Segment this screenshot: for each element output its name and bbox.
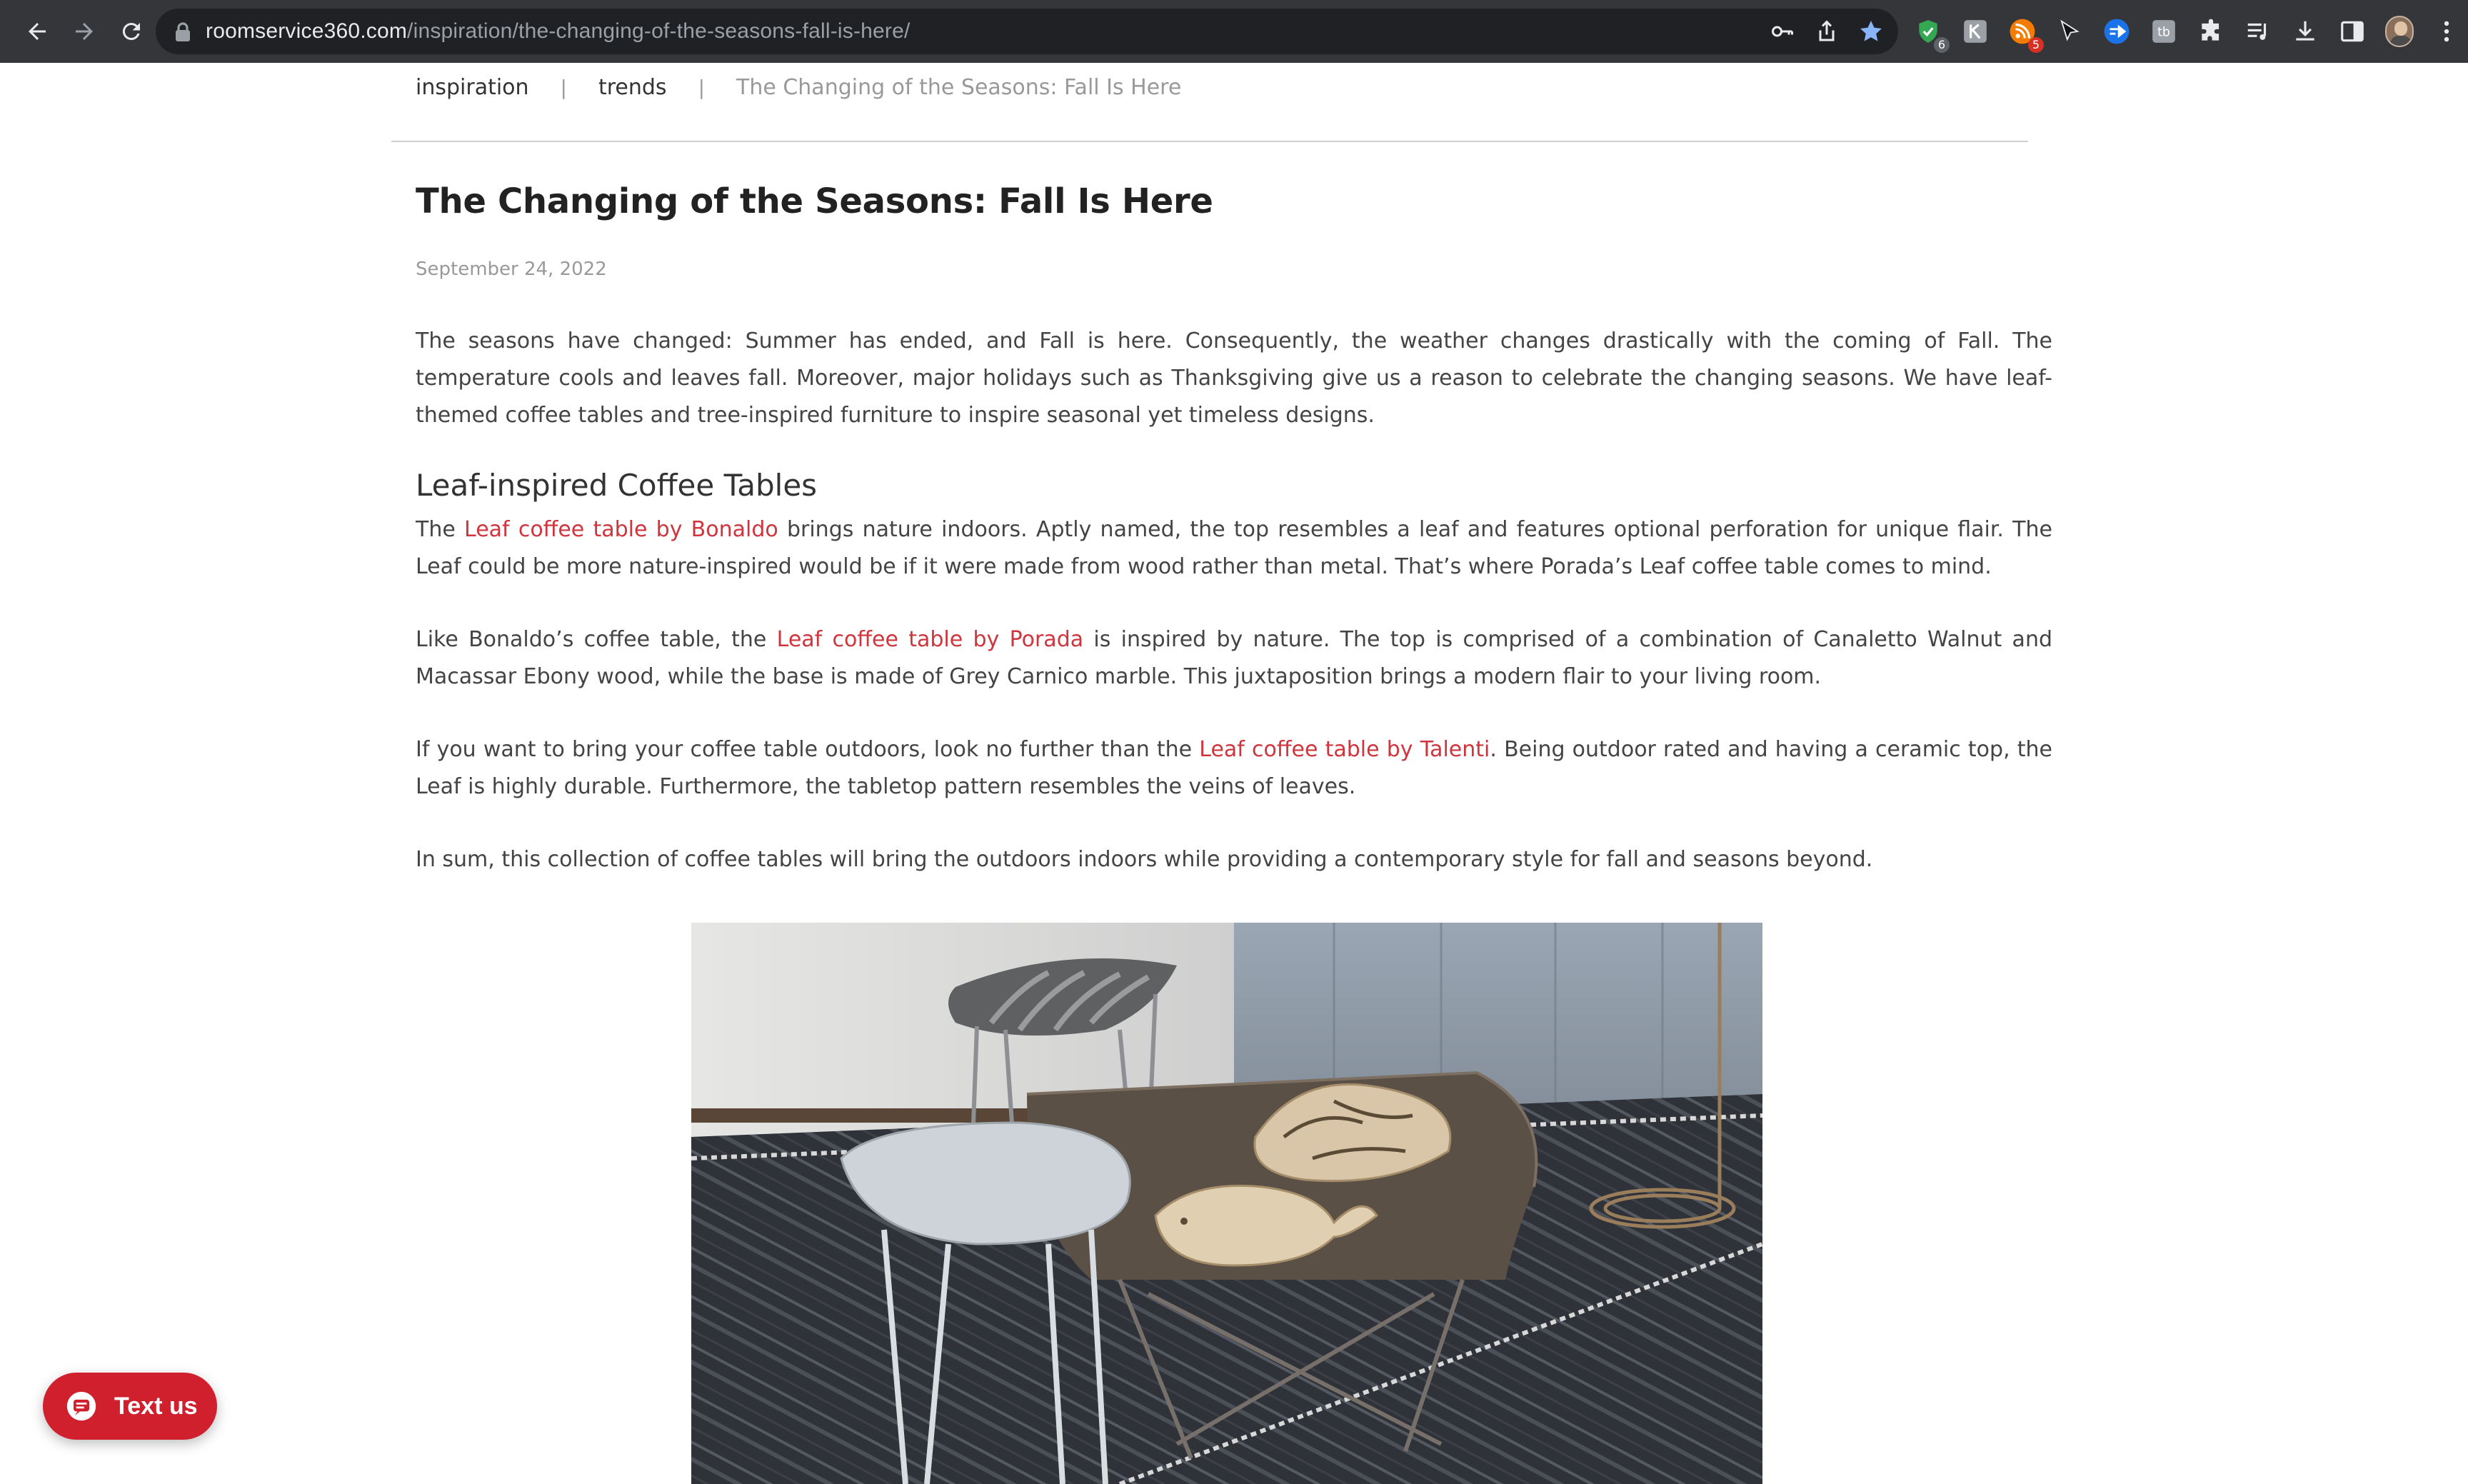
address-bar[interactable]: roomservice360.com/inspiration/the-chang…	[156, 9, 1898, 54]
share-icon[interactable]	[1814, 19, 1840, 44]
extension-play[interactable]	[2102, 17, 2131, 46]
article-hero-image	[691, 923, 1762, 1484]
paragraph-summary: In sum, this collection of coffee tables…	[416, 847, 1873, 872]
divider	[391, 141, 2028, 142]
playlist-icon	[2247, 23, 2267, 40]
browser-menu-button[interactable]	[2432, 17, 2461, 46]
article-body: The seasons have changed: Summer has end…	[416, 323, 2052, 914]
puzzle-icon	[2202, 19, 2219, 41]
cursor-icon	[2060, 19, 2080, 41]
breadcrumb-separator: |	[560, 75, 567, 99]
reload-icon	[122, 23, 140, 41]
bookmark-star-icon[interactable]	[1858, 19, 1884, 44]
browser-toolbar: roomservice360.com/inspiration/the-chang…	[0, 0, 2468, 63]
breadcrumb-link-trends[interactable]: trends	[598, 75, 667, 100]
extension-badge: 6	[1934, 37, 1950, 53]
profile-button[interactable]	[2385, 16, 2414, 47]
forward-button[interactable]	[61, 9, 107, 54]
avatar	[2385, 16, 2414, 47]
breadcrumb-current: The Changing of the Seasons: Fall Is Her…	[736, 74, 1182, 100]
extension-cursor[interactable]	[2055, 17, 2084, 46]
text-us-label: Text us	[114, 1392, 198, 1420]
link-leaf-table-talenti[interactable]: Leaf coffee table by Talenti	[1199, 737, 1490, 762]
url-text: roomservice360.com/inspiration/the-chang…	[206, 19, 911, 44]
side-panel-icon	[2341, 21, 2364, 42]
breadcrumb-link-inspiration[interactable]: inspiration	[416, 75, 529, 100]
extension-badge: 5	[2028, 37, 2044, 53]
url-host: roomservice360.com	[206, 19, 408, 43]
paragraph-text: The	[416, 517, 465, 542]
intro-paragraph: The seasons have changed: Summer has end…	[416, 329, 2052, 428]
coffee-tables-photo	[691, 923, 1762, 1484]
k-extension-icon	[1964, 20, 1987, 43]
download-icon	[2296, 21, 2314, 41]
svg-text:tb: tb	[2157, 25, 2170, 39]
paragraph-bonaldo: The Leaf coffee table by Bonaldo brings …	[416, 511, 2052, 586]
paragraph-talenti: If you want to bring your coffee table o…	[416, 731, 2052, 806]
paragraph-porada: Like Bonaldo’s coffee table, the Leaf co…	[416, 621, 2052, 696]
section-heading: Leaf-inspired Coffee Tables	[416, 468, 818, 503]
link-leaf-table-porada[interactable]: Leaf coffee table by Porada	[777, 627, 1083, 652]
url-path: /inspiration/the-changing-of-the-seasons…	[407, 19, 911, 43]
lock-icon	[176, 22, 190, 41]
breadcrumb: inspiration | trends | The Changing of t…	[416, 71, 1181, 103]
publish-date: September 24, 2022	[416, 259, 607, 280]
paragraph-text: Like Bonaldo’s coffee table, the	[416, 627, 777, 652]
link-leaf-table-bonaldo[interactable]: Leaf coffee table by Bonaldo	[464, 517, 778, 542]
play-circle-icon	[2104, 19, 2130, 44]
side-panel-button[interactable]	[2338, 17, 2367, 46]
page-title: The Changing of the Seasons: Fall Is Her…	[416, 181, 1213, 221]
breadcrumb-separator: |	[698, 75, 706, 99]
extension-shield[interactable]: 6	[1914, 17, 1950, 53]
forward-arrow-icon	[76, 23, 93, 40]
tb-extension-icon: tb	[2152, 20, 2175, 43]
key-icon[interactable]	[1770, 19, 1795, 44]
chat-bubble-icon	[66, 1391, 96, 1421]
back-button[interactable]	[14, 9, 60, 54]
paragraph-text: If you want to bring your coffee table o…	[416, 737, 1200, 762]
media-control-button[interactable]	[2244, 17, 2272, 46]
reload-button[interactable]	[109, 9, 154, 54]
extensions-menu-button[interactable]	[2197, 17, 2225, 46]
extension-rss[interactable]: 5	[2008, 17, 2044, 53]
text-us-button[interactable]: Text us	[43, 1373, 217, 1440]
extension-k[interactable]	[1961, 17, 1990, 46]
back-arrow-icon	[29, 23, 46, 40]
downloads-button[interactable]	[2291, 17, 2319, 46]
kebab-menu-icon	[2444, 21, 2449, 42]
extension-tb[interactable]: tb	[2150, 17, 2178, 46]
